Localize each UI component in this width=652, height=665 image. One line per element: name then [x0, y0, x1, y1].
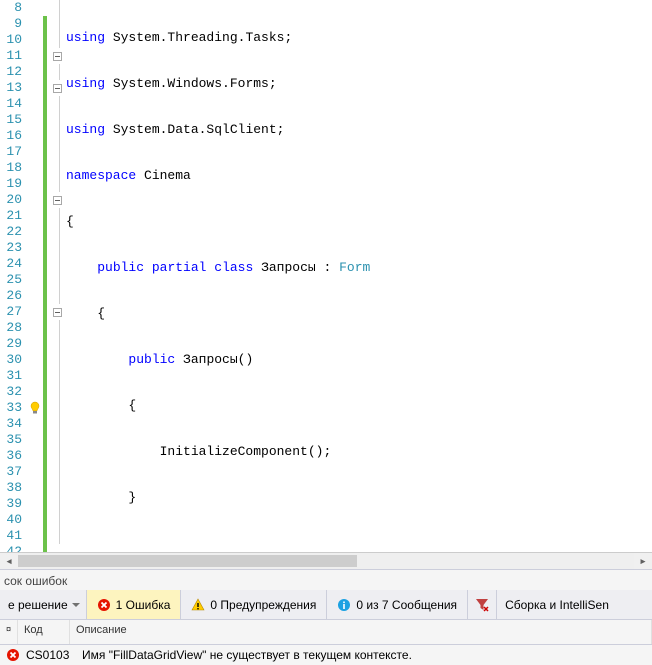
- scroll-right-icon[interactable]: ▸: [634, 553, 652, 569]
- lightbulb-icon[interactable]: [28, 400, 42, 416]
- line-number-gutter: 8910111213141516171819202122232425262728…: [0, 0, 28, 552]
- code-content[interactable]: using System.Threading.Tasks; using Syst…: [64, 0, 652, 552]
- messages-filter-button[interactable]: 0 из 7 Сообщения: [327, 590, 468, 619]
- glyph-margin: [28, 0, 42, 552]
- clear-filter-button[interactable]: [468, 590, 497, 619]
- error-list-toolbar: е решение 1 Ошибка 0 Предупреждения 0 из…: [0, 590, 652, 620]
- fold-toggle-icon[interactable]: [53, 308, 62, 317]
- build-intellisense-dropdown[interactable]: Сборка и IntelliSen: [497, 598, 617, 612]
- scrollbar-thumb[interactable]: [18, 555, 357, 567]
- error-list-tab[interactable]: сок ошибок: [0, 570, 652, 590]
- info-icon: [337, 598, 351, 612]
- error-row[interactable]: CS0103 Имя "FillDataGridView" не существ…: [0, 645, 652, 665]
- error-icon: [97, 598, 111, 612]
- fold-toggle-icon[interactable]: [53, 84, 62, 93]
- error-list-header[interactable]: ¤ Код Описание: [0, 620, 652, 645]
- change-tracking-margin: [42, 0, 50, 552]
- fold-toggle-icon[interactable]: [53, 52, 62, 61]
- warning-icon: [191, 598, 205, 612]
- fold-toggle-icon[interactable]: [53, 196, 62, 205]
- error-list-rows[interactable]: CS0103 Имя "FillDataGridView" не существ…: [0, 645, 652, 665]
- scope-dropdown[interactable]: е решение: [0, 590, 87, 619]
- scroll-left-icon[interactable]: ◂: [0, 553, 18, 569]
- errors-filter-button[interactable]: 1 Ошибка: [87, 590, 182, 619]
- horizontal-scrollbar[interactable]: ◂ ▸: [0, 552, 652, 569]
- warnings-filter-button[interactable]: 0 Предупреждения: [181, 590, 327, 619]
- error-icon: [6, 648, 20, 662]
- code-editor[interactable]: 8910111213141516171819202122232425262728…: [0, 0, 652, 552]
- outlining-margin[interactable]: [50, 0, 64, 552]
- error-list-panel: сок ошибок е решение 1 Ошибка 0 Предупре…: [0, 569, 652, 665]
